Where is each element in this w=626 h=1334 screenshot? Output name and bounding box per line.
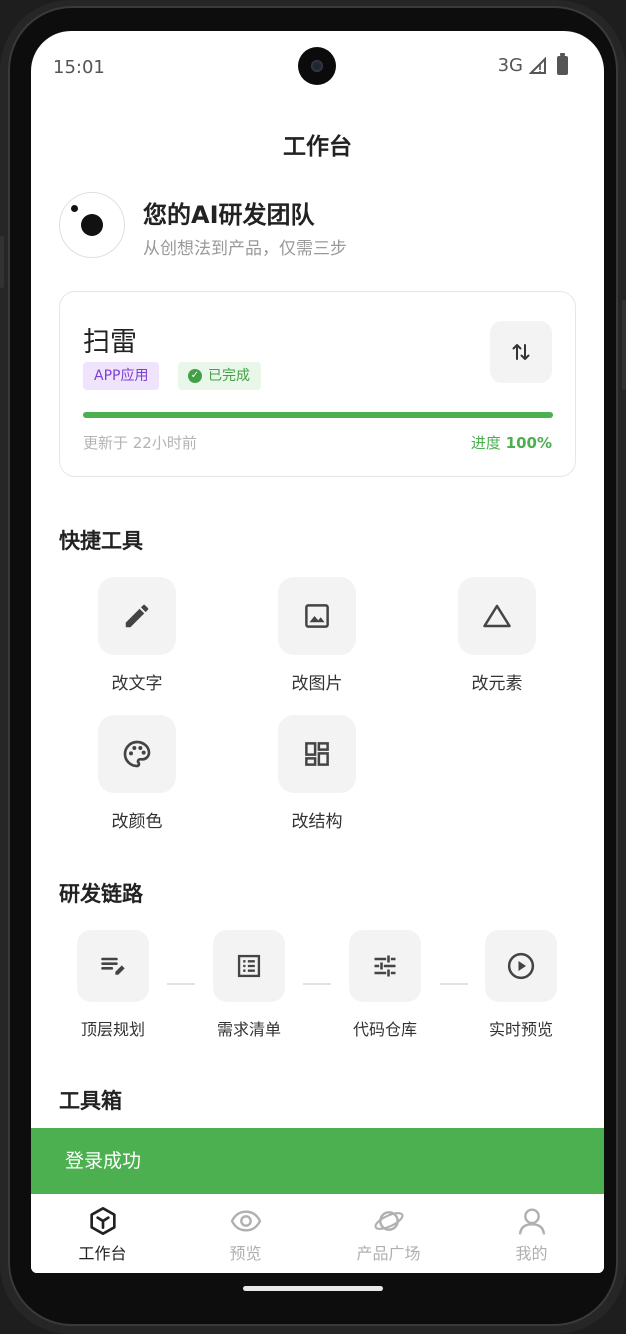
nav-item-profile[interactable]: 我的 xyxy=(460,1204,603,1264)
step-connector xyxy=(303,983,331,985)
hero-title: 您的AI研发团队 xyxy=(143,201,315,229)
app-screen: 15:01 3G 工作台 您的AI研发团队 从创想法到产品，仅需三步 扫雷 AP… xyxy=(31,31,604,1273)
project-card[interactable]: 扫雷 APP应用 ✓ 已完成 更新于 22小时前 进度 100% xyxy=(59,291,576,477)
tool-label: 改图片 xyxy=(291,674,343,694)
progress-label: 进度 xyxy=(470,434,501,452)
toast-message: 登录成功 xyxy=(31,1128,604,1194)
check-circle-icon: ✓ xyxy=(188,369,202,383)
team-logo xyxy=(59,192,125,258)
progress-value: 100% xyxy=(505,434,552,452)
network-type: 3G xyxy=(497,55,523,76)
progress-bar-fill xyxy=(83,412,553,418)
nav-item-workbench[interactable]: 工作台 xyxy=(31,1204,174,1264)
step-label: 顶层规划 xyxy=(80,1020,145,1039)
tool-label: 改颜色 xyxy=(111,812,163,832)
status-bar: 15:01 3G xyxy=(31,31,604,101)
image-icon xyxy=(305,604,329,628)
tool-edit-text[interactable]: 改文字 xyxy=(87,577,187,694)
cube-icon xyxy=(89,1207,116,1235)
tool-label: 改文字 xyxy=(111,674,163,694)
nav-item-product-plaza[interactable]: 产品广场 xyxy=(317,1204,460,1264)
power-button xyxy=(622,300,626,390)
status-badge-label: 已完成 xyxy=(208,368,250,384)
front-camera xyxy=(298,47,336,85)
pencil-icon xyxy=(125,604,149,628)
switch-project-button[interactable] xyxy=(490,321,552,383)
toolbox-title: 工具箱 xyxy=(59,1089,122,1113)
progress-bar xyxy=(83,412,553,418)
step-connector xyxy=(167,983,195,985)
tool-edit-color[interactable]: 改颜色 xyxy=(87,715,187,832)
status-icons: 3G xyxy=(497,53,568,76)
play-circle-icon xyxy=(507,952,535,980)
volume-button xyxy=(0,236,4,288)
battery-icon xyxy=(557,53,568,75)
status-time: 15:01 xyxy=(53,57,105,78)
triangle-icon xyxy=(483,604,511,628)
step-connector xyxy=(440,983,468,985)
step-requirements[interactable]: 需求清单 xyxy=(204,930,294,1040)
home-indicator[interactable] xyxy=(243,1286,383,1291)
type-tag: APP应用 xyxy=(83,362,160,390)
tool-edit-structure[interactable]: 改结构 xyxy=(267,715,367,832)
tool-edit-element[interactable]: 改元素 xyxy=(447,577,547,694)
edit-list-icon xyxy=(101,957,125,975)
hero-subtitle: 从创想法到产品，仅需三步 xyxy=(143,239,347,259)
user-icon xyxy=(518,1208,545,1235)
step-top-level-plan[interactable]: 顶层规划 xyxy=(68,930,158,1040)
bottom-nav: 工作台 预览 产品广场 我的 xyxy=(31,1194,604,1273)
pipeline-title: 研发链路 xyxy=(59,882,143,906)
eye-icon xyxy=(230,1210,261,1232)
step-live-preview[interactable]: 实时预览 xyxy=(476,930,566,1040)
step-label: 实时预览 xyxy=(488,1020,553,1039)
tool-label: 改元素 xyxy=(471,674,523,694)
nav-label: 工作台 xyxy=(78,1244,127,1263)
project-name: 扫雷 xyxy=(83,327,137,358)
signal-icon xyxy=(529,56,546,74)
step-code-repo[interactable]: 代码仓库 xyxy=(340,930,430,1040)
nav-label: 我的 xyxy=(515,1244,548,1263)
updated-time: 更新于 22小时前 xyxy=(83,434,197,452)
planet-icon xyxy=(373,1211,404,1231)
tune-icon xyxy=(374,955,396,977)
tool-edit-image[interactable]: 改图片 xyxy=(267,577,367,694)
tool-label: 改结构 xyxy=(291,812,343,832)
step-label: 需求清单 xyxy=(216,1020,281,1039)
dashboard-icon xyxy=(305,742,329,766)
nav-label: 产品广场 xyxy=(356,1244,421,1263)
palette-icon xyxy=(123,740,151,768)
nav-item-preview[interactable]: 预览 xyxy=(174,1204,317,1264)
progress-text: 进度 100% xyxy=(471,432,552,453)
list-alt-icon xyxy=(237,954,261,978)
page-title: 工作台 xyxy=(283,134,352,160)
nav-label: 预览 xyxy=(229,1244,262,1263)
quick-tools-title: 快捷工具 xyxy=(59,529,143,553)
swap-vertical-icon xyxy=(512,344,530,360)
step-label: 代码仓库 xyxy=(352,1020,417,1039)
status-badge: ✓ 已完成 xyxy=(178,362,261,390)
